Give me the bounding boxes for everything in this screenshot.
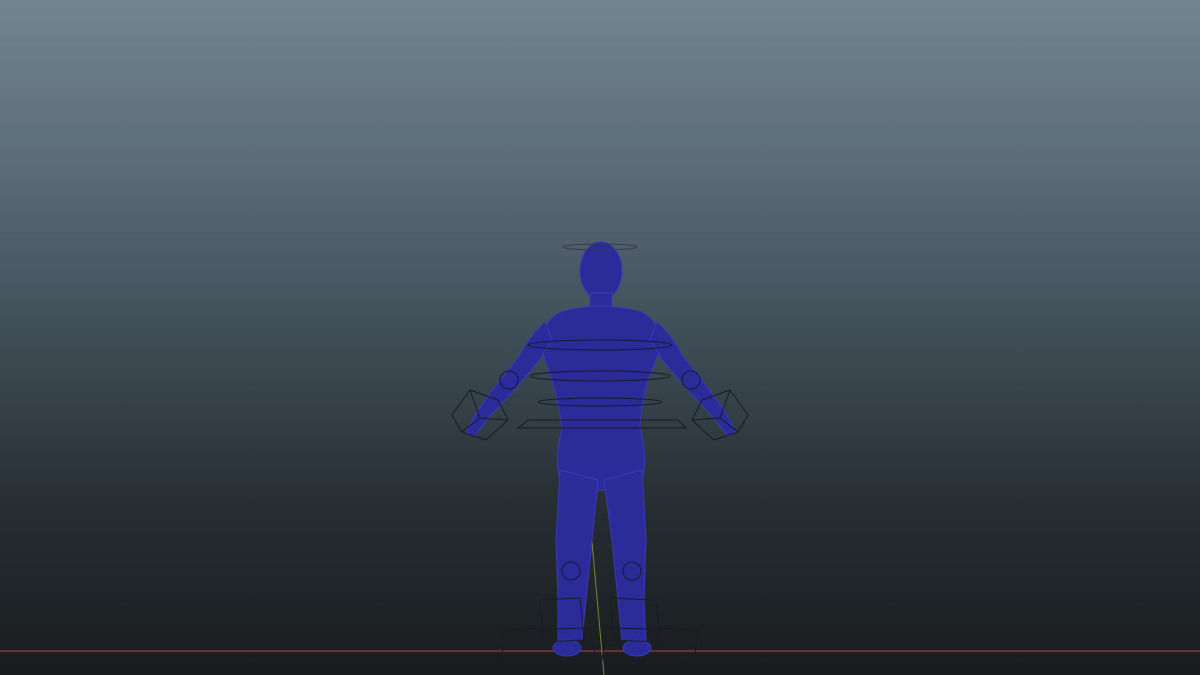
left-foot-mesh: [552, 639, 582, 657]
left-leg-mesh: [555, 469, 599, 643]
right-foot-mesh: [622, 639, 652, 657]
right-foot-control[interactable]: [601, 597, 699, 663]
head-mesh: [579, 241, 623, 301]
viewport-scene[interactable]: [0, 0, 1200, 675]
character-rig[interactable]: [451, 241, 749, 663]
character-mesh[interactable]: [465, 241, 737, 657]
torso-mesh: [539, 305, 663, 431]
3d-viewport[interactable]: [0, 0, 1200, 675]
right-leg-mesh: [603, 469, 647, 643]
